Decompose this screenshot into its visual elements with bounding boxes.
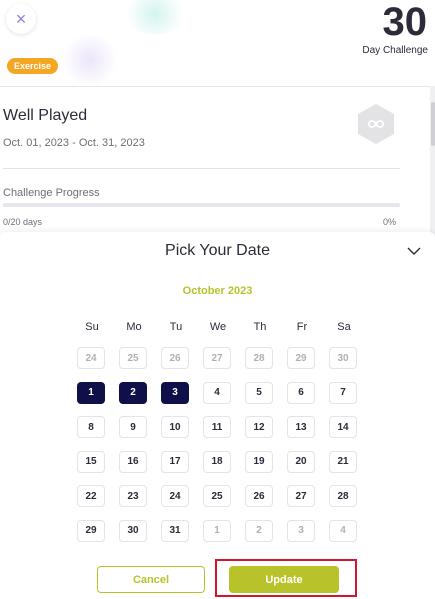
calendar-day[interactable]: 13 (287, 416, 315, 438)
calendar-grid: 24 25 26 27 28 29 30 1 2 3 4 5 6 7 8 9 10 11 12 13 14 15 16 17 1… (77, 347, 361, 547)
calendar-day[interactable]: 9 (119, 416, 147, 438)
calendar-day[interactable]: 3 (161, 381, 189, 404)
progress-bar (3, 203, 400, 207)
calendar-day[interactable]: 18 (203, 450, 231, 473)
close-icon[interactable]: × (6, 4, 36, 34)
calendar-day[interactable]: 3 (287, 519, 315, 542)
calendar-day[interactable]: 10 (161, 416, 189, 438)
calendar-day[interactable]: 7 (329, 381, 357, 404)
calendar-day[interactable]: 1 (77, 381, 105, 404)
date-picker-title: Pick Your Date (165, 242, 270, 259)
update-button[interactable]: Update (229, 566, 339, 593)
calendar-day[interactable]: 26 (245, 485, 273, 507)
progress-percent: 0% (383, 217, 397, 227)
calendar-day[interactable]: 4 (329, 519, 357, 542)
challenge-title: Well Played (3, 107, 88, 124)
calendar-day[interactable]: 11 (203, 416, 231, 438)
calendar-day[interactable]: 31 (161, 519, 189, 542)
date-picker-sheet: Pick Your Date October 2023 Su Mo Tu We Th Fr… (0, 232, 435, 599)
challenge-days-label: Day Challenge (362, 45, 428, 56)
decorative-blob (120, 0, 190, 34)
calendar-day[interactable]: 4 (203, 381, 231, 404)
category-tag: Exercise (7, 58, 59, 74)
calendar-day[interactable]: 26 (161, 347, 189, 369)
divider (3, 168, 400, 169)
infinity-hexagon-icon (357, 103, 395, 145)
calendar-day[interactable]: 12 (245, 416, 273, 438)
weekday-label: Su (85, 321, 99, 333)
weekday-label: We (209, 321, 227, 333)
challenge-hero: × Exercise 30 Day Challenge (0, 0, 435, 86)
calendar-day[interactable]: 29 (77, 519, 105, 542)
calendar-day[interactable]: 25 (119, 347, 147, 369)
progress-days: 0/20 days (3, 217, 43, 227)
calendar-day[interactable]: 8 (77, 416, 105, 438)
calendar-day[interactable]: 28 (329, 485, 357, 507)
weekday-label: Tu (169, 321, 183, 333)
weekday-label: Mo (126, 321, 142, 333)
calendar-day[interactable]: 25 (203, 485, 231, 507)
challenge-dates: Oct. 01, 2023 - Oct. 31, 2023 (3, 137, 145, 149)
cancel-button[interactable]: Cancel (97, 566, 205, 593)
calendar-day[interactable]: 27 (287, 485, 315, 507)
challenge-days-number: 30 (382, 0, 428, 44)
calendar-day[interactable]: 22 (77, 485, 105, 507)
calendar-day[interactable]: 16 (119, 450, 147, 473)
month-label: October 2023 (182, 285, 253, 297)
calendar-day[interactable]: 19 (245, 450, 273, 473)
calendar-day[interactable]: 5 (245, 381, 273, 404)
weekday-label: Fr (296, 321, 308, 333)
calendar-day[interactable]: 21 (329, 450, 357, 473)
calendar-day[interactable]: 15 (77, 450, 105, 473)
calendar-day[interactable]: 23 (119, 485, 147, 507)
decorative-blob (60, 35, 120, 85)
calendar-day[interactable]: 29 (287, 347, 315, 369)
weekday-label: Sa (337, 321, 351, 333)
calendar-day[interactable]: 1 (203, 519, 231, 542)
calendar-day[interactable]: 6 (287, 381, 315, 404)
calendar-day[interactable]: 30 (329, 347, 357, 369)
weekday-header: Su Mo Tu We Th Fr Sa (70, 321, 366, 335)
calendar-day[interactable]: 30 (119, 519, 147, 542)
calendar-day[interactable]: 2 (245, 519, 273, 542)
calendar-day[interactable]: 17 (161, 450, 189, 473)
progress-label: Challenge Progress (3, 187, 100, 199)
weekday-label: Th (253, 321, 267, 333)
scrollbar-thumb[interactable] (431, 102, 435, 146)
calendar-day[interactable]: 27 (203, 347, 231, 369)
calendar-day[interactable]: 2 (119, 381, 147, 404)
calendar-day[interactable]: 24 (161, 485, 189, 507)
calendar-day[interactable]: 20 (287, 450, 315, 473)
calendar-day[interactable]: 14 (329, 416, 357, 438)
chevron-down-icon[interactable] (405, 242, 423, 260)
calendar-day[interactable]: 24 (77, 347, 105, 369)
calendar-day[interactable]: 28 (245, 347, 273, 369)
